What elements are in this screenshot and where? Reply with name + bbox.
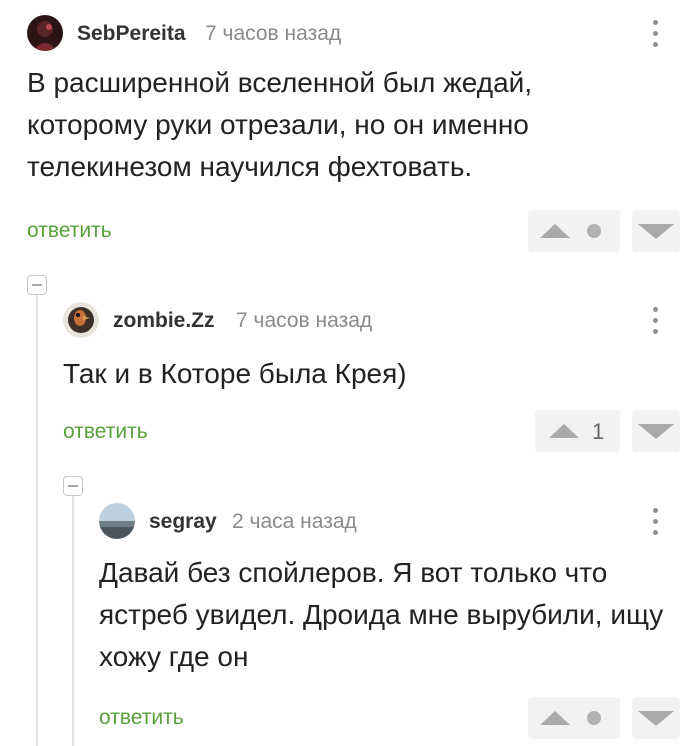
rating-neutral-dot — [587, 711, 601, 725]
reply-button[interactable]: ответить — [63, 420, 148, 444]
comment-text: В расширенной вселенной был жедай, котор… — [27, 67, 533, 182]
upvote-icon[interactable] — [540, 711, 570, 725]
avatar[interactable] — [99, 503, 135, 539]
comment-author[interactable]: segray — [149, 510, 217, 534]
avatar[interactable] — [63, 302, 99, 338]
upvote-icon[interactable] — [549, 424, 579, 438]
thread-line — [72, 493, 74, 746]
vote-panel: 1 — [535, 410, 620, 452]
more-options-icon[interactable] — [645, 504, 665, 538]
comment-text: Давай без спойлеров. Я вот только что яс… — [99, 557, 664, 672]
more-options-icon[interactable] — [645, 16, 665, 50]
more-options-icon[interactable] — [645, 303, 665, 337]
downvote-icon[interactable] — [638, 424, 674, 439]
downvote-panel — [632, 697, 680, 739]
downvote-icon[interactable] — [638, 711, 674, 726]
rating-value: 1 — [592, 419, 605, 444]
vote-panel — [528, 697, 620, 739]
comment-time: 2 часа назад — [232, 510, 357, 533]
thread-line — [36, 292, 38, 746]
reply-button[interactable]: ответить — [27, 219, 112, 243]
avatar[interactable] — [27, 15, 63, 51]
comment-time: 7 часов назад — [236, 309, 373, 332]
downvote-panel — [632, 210, 680, 252]
upvote-icon[interactable] — [540, 224, 570, 238]
vote-panel — [528, 210, 620, 252]
comment-author[interactable]: SebPereita — [77, 22, 186, 46]
comment-text: Так и в Которе была Крея) — [63, 358, 407, 389]
rating-neutral-dot — [587, 224, 601, 238]
downvote-panel — [632, 410, 680, 452]
reply-button[interactable]: ответить — [99, 706, 184, 730]
comment-time: 7 часов назад — [205, 22, 342, 45]
collapse-thread-icon[interactable] — [63, 476, 83, 496]
downvote-icon[interactable] — [638, 224, 674, 239]
comment-author[interactable]: zombie.Zz — [113, 309, 215, 333]
collapse-thread-icon[interactable] — [27, 275, 47, 295]
